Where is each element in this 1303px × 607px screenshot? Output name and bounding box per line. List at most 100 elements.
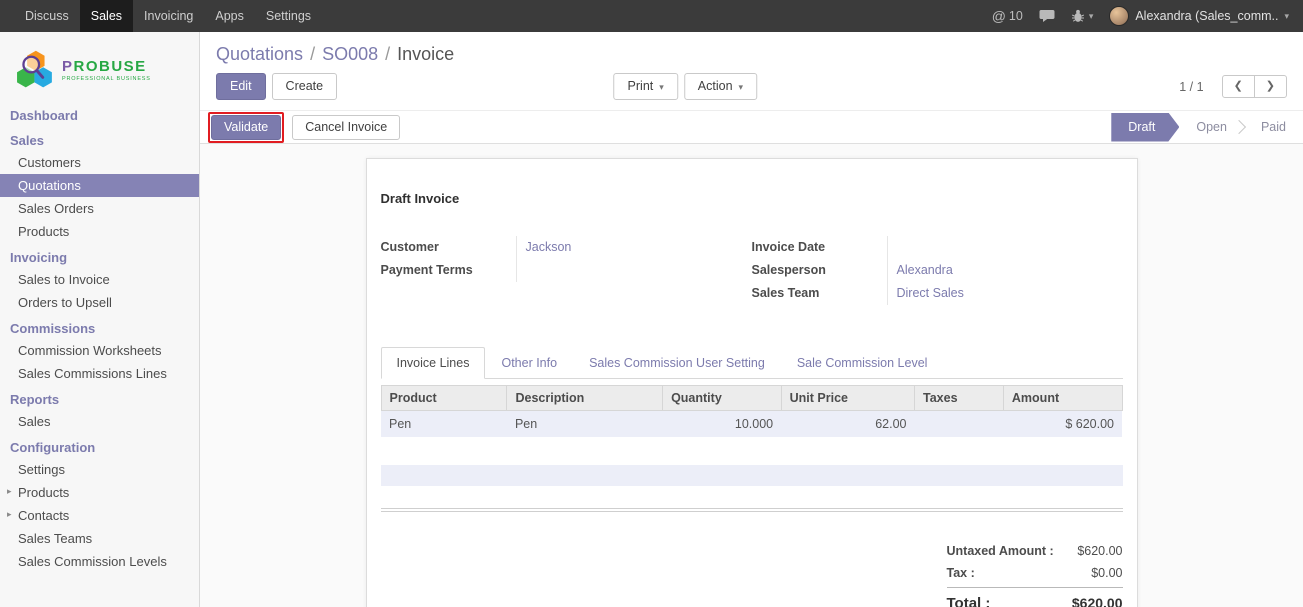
status-step-paid[interactable]: Paid (1244, 113, 1303, 142)
sidebar-heading-commissions[interactable]: Commissions (0, 314, 199, 339)
sidebar-item-sales-teams[interactable]: Sales Teams (0, 527, 199, 550)
empty-list-stripe (381, 465, 1123, 486)
sidebar-item-quotations[interactable]: Quotations (0, 174, 199, 197)
pager-next-button[interactable]: ❯ (1254, 75, 1287, 98)
table-header-row: Product Description Quantity Unit Price … (381, 386, 1122, 411)
tab-sale-commission-level[interactable]: Sale Commission Level (781, 347, 944, 379)
validate-button[interactable]: Validate (211, 115, 281, 140)
tax-label: Tax : (947, 566, 975, 580)
cell-quantity: 10.000 (663, 411, 782, 438)
sales-team-value[interactable]: Direct Sales (887, 282, 1123, 305)
caret-down-icon: ▾ (1089, 11, 1094, 22)
create-button[interactable]: Create (272, 73, 338, 100)
cell-taxes (915, 411, 1004, 438)
sidebar-heading-invoicing[interactable]: Invoicing (0, 243, 199, 268)
salesperson-value[interactable]: Alexandra (887, 259, 1123, 282)
pager-buttons: ❮ ❯ (1222, 75, 1287, 98)
chevron-right-icon: ❯ (1266, 80, 1275, 92)
salesperson-label: Salesperson (752, 259, 887, 282)
form-content: Draft Invoice Customer Jackson Payment T… (200, 144, 1303, 607)
sidebar-item-products[interactable]: Products (0, 220, 199, 243)
right-field-group: Invoice Date Salesperson Alexandra Sales… (752, 236, 1123, 305)
sidebar-item-config-products[interactable]: ▸ Products (0, 481, 199, 504)
main-area: Quotations/SO008/Invoice Edit Create Pri… (200, 32, 1303, 607)
topbar-right: @ 10 ▾ Alexandra (Sales_comm.. ▾ (992, 0, 1303, 32)
column-header-product[interactable]: Product (381, 386, 507, 411)
submenu-arrow-icon: ▸ (7, 486, 12, 497)
sidebar-heading-reports[interactable]: Reports (0, 385, 199, 410)
bug-icon (1071, 9, 1085, 23)
customer-label: Customer (381, 236, 516, 259)
nav-app-discuss[interactable]: Discuss (14, 0, 80, 32)
breadcrumb-quotations[interactable]: Quotations (216, 44, 303, 64)
breadcrumb: Quotations/SO008/Invoice (200, 32, 1303, 67)
top-navbar: Discuss Sales Invoicing Apps Settings @ … (0, 0, 1303, 32)
cell-unit-price: 62.00 (781, 411, 914, 438)
logo-title: PROBUSE (62, 58, 151, 75)
sidebar-item-reports-sales[interactable]: Sales (0, 410, 199, 433)
print-dropdown-button[interactable]: Print▾ (614, 73, 678, 100)
sidebar-item-sales-to-invoice[interactable]: Sales to Invoice (0, 268, 199, 291)
sidebar-item-settings[interactable]: Settings (0, 458, 199, 481)
print-label: Print (628, 79, 654, 93)
pager-previous-button[interactable]: ❮ (1222, 75, 1255, 98)
user-menu[interactable]: Alexandra (Sales_comm.. ▾ (1109, 6, 1289, 26)
mentions-menu[interactable]: @ 10 (992, 8, 1023, 24)
status-step-open[interactable]: Open (1179, 113, 1244, 142)
debug-menu[interactable]: ▾ (1071, 9, 1094, 23)
sidebar-heading-sales[interactable]: Sales (0, 126, 199, 151)
sidebar-item-sales-orders[interactable]: Sales Orders (0, 197, 199, 220)
sidebar-item-commission-worksheets[interactable]: Commission Worksheets (0, 339, 199, 362)
invoice-date-label: Invoice Date (752, 236, 887, 259)
sidebar-item-orders-to-upsell[interactable]: Orders to Upsell (0, 291, 199, 314)
tax-value: $0.00 (1091, 566, 1122, 580)
action-dropdown-button[interactable]: Action▾ (684, 73, 757, 100)
sidebar-item-sales-commissions-lines[interactable]: Sales Commissions Lines (0, 362, 199, 385)
app-menu: Discuss Sales Invoicing Apps Settings (14, 0, 322, 32)
column-header-unit-price[interactable]: Unit Price (781, 386, 914, 411)
sidebar-nav: Dashboard Sales Customers Quotations Sal… (0, 106, 199, 573)
sidebar-heading-dashboard[interactable]: Dashboard (0, 106, 199, 126)
annotation-validate-highlight: Validate (208, 112, 284, 143)
sales-team-label: Sales Team (752, 282, 887, 305)
cancel-invoice-button[interactable]: Cancel Invoice (292, 115, 400, 140)
sidebar-item-label: Contacts (18, 508, 69, 523)
nav-app-sales[interactable]: Sales (80, 0, 133, 32)
nav-app-apps[interactable]: Apps (204, 0, 255, 32)
column-header-taxes[interactable]: Taxes (915, 386, 1004, 411)
total-label: Total : (947, 595, 991, 607)
nav-app-settings[interactable]: Settings (255, 0, 322, 32)
tab-invoice-lines[interactable]: Invoice Lines (381, 347, 486, 379)
tab-sales-commission-user-setting[interactable]: Sales Commission User Setting (573, 347, 781, 379)
tax-row: Tax : $0.00 (947, 562, 1123, 584)
messages-menu[interactable] (1039, 9, 1055, 23)
sidebar-item-label: Products (18, 485, 69, 500)
sidebar-heading-configuration[interactable]: Configuration (0, 433, 199, 458)
payment-terms-label: Payment Terms (381, 259, 516, 282)
pager-count: 1 / 1 (1179, 80, 1203, 94)
totals-block: Untaxed Amount : $620.00 Tax : $0.00 Tot… (947, 540, 1123, 607)
column-header-quantity[interactable]: Quantity (663, 386, 782, 411)
breadcrumb-so008[interactable]: SO008 (322, 44, 378, 64)
nav-app-invoicing[interactable]: Invoicing (133, 0, 204, 32)
payment-terms-value (516, 259, 752, 282)
invoice-line-row[interactable]: Pen Pen 10.000 62.00 $ 620.00 (381, 411, 1122, 438)
logo-text: PROBUSE PROFESSIONAL BUSINESS (62, 58, 151, 82)
sidebar-item-customers[interactable]: Customers (0, 151, 199, 174)
sidebar: PROBUSE PROFESSIONAL BUSINESS Dashboard … (0, 32, 200, 607)
untaxed-amount-value: $620.00 (1077, 544, 1122, 558)
status-step-draft[interactable]: Draft (1111, 113, 1179, 142)
user-name: Alexandra (Sales_comm.. (1135, 9, 1278, 23)
field-groups: Customer Jackson Payment Terms Invoice D… (381, 236, 1123, 305)
tab-other-info[interactable]: Other Info (485, 347, 573, 379)
customer-value[interactable]: Jackson (516, 236, 752, 259)
sidebar-item-sales-commission-levels[interactable]: Sales Commission Levels (0, 550, 199, 573)
column-header-description[interactable]: Description (507, 386, 663, 411)
cell-amount: $ 620.00 (1003, 411, 1122, 438)
edit-button[interactable]: Edit (216, 73, 266, 100)
column-header-amount[interactable]: Amount (1003, 386, 1122, 411)
sidebar-item-config-contacts[interactable]: ▸ Contacts (0, 504, 199, 527)
invoice-lines-table: Product Description Quantity Unit Price … (381, 385, 1123, 437)
probuse-logo: PROBUSE PROFESSIONAL BUSINESS (0, 44, 199, 106)
untaxed-amount-label: Untaxed Amount : (947, 544, 1054, 558)
